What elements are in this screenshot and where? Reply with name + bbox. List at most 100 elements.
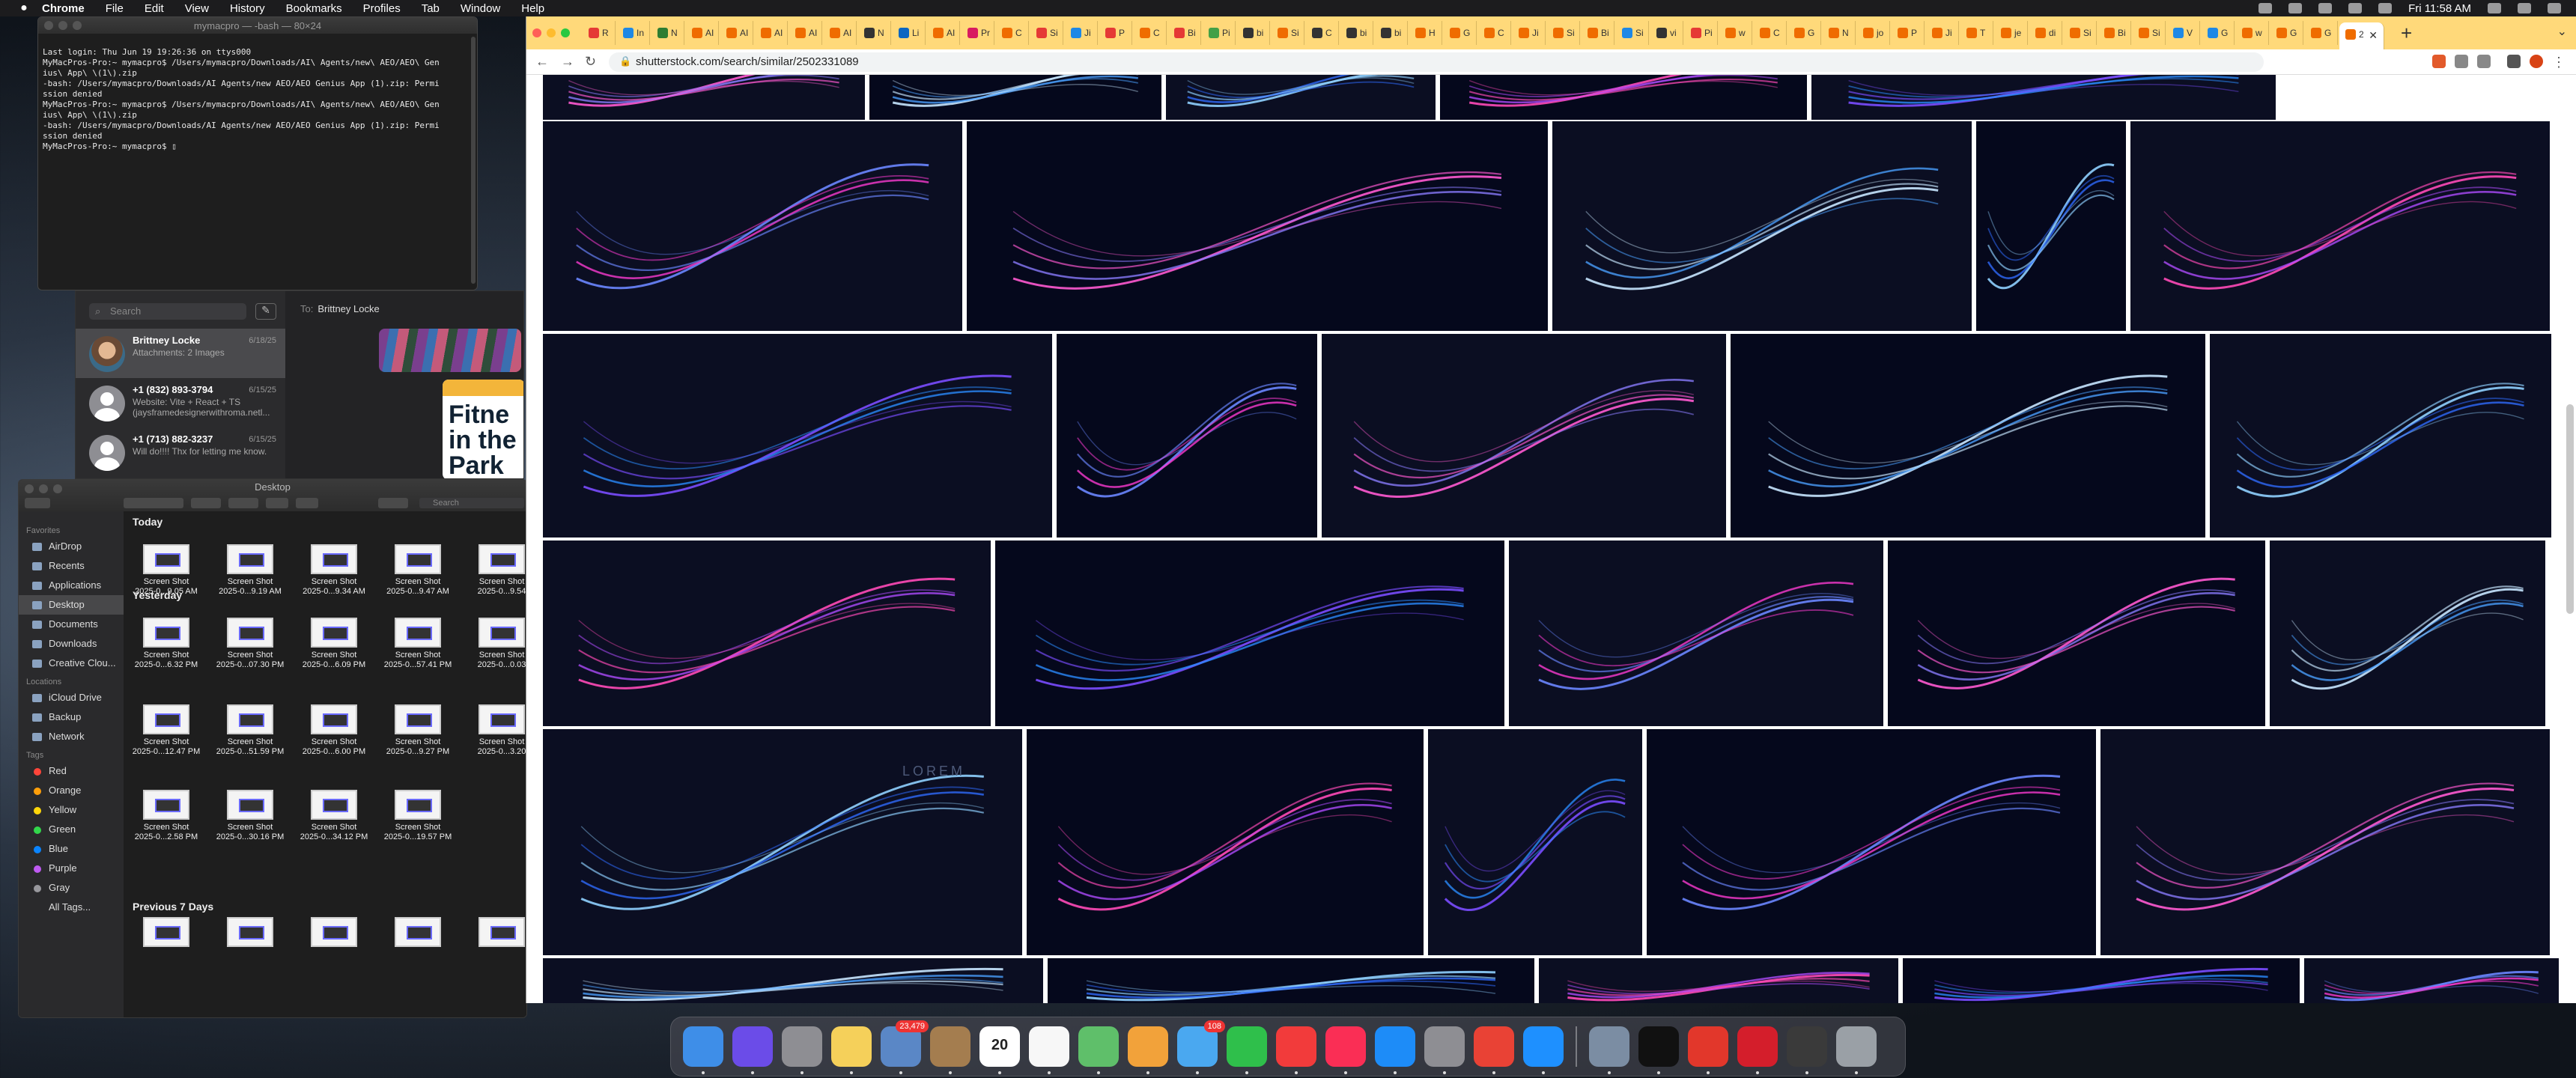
- extension-icon[interactable]: [2432, 55, 2446, 68]
- menu-edit[interactable]: Edit: [145, 2, 164, 15]
- file-item[interactable]: Screen Shot 2025-0...9.54: [461, 540, 526, 607]
- bookmark-star-icon[interactable]: [2477, 55, 2491, 68]
- menu-app-name[interactable]: Chrome: [42, 2, 85, 15]
- compose-button[interactable]: ✎: [255, 303, 276, 320]
- finder-file-area[interactable]: Today Screen Shot 2025-0...9.05 AM Screen S…: [124, 511, 526, 1017]
- browser-tab[interactable]: di: [2029, 21, 2062, 45]
- file-item[interactable]: [293, 913, 375, 980]
- stock-image-tile[interactable]: [543, 75, 865, 120]
- stock-image-tile[interactable]: [1166, 75, 1436, 120]
- sidebar-item-recents[interactable]: Recents: [19, 556, 124, 576]
- sidebar-item-downloads[interactable]: Downloads: [19, 634, 124, 654]
- stock-image-tile[interactable]: [1428, 729, 1642, 955]
- file-item[interactable]: Screen Shot 2025-0...9.34 AM: [293, 540, 375, 607]
- dock-system-preferences-icon[interactable]: [1424, 1026, 1465, 1074]
- terminal-scrollbar[interactable]: [471, 37, 476, 284]
- profile-avatar[interactable]: [2530, 55, 2543, 68]
- wifi-icon[interactable]: [2318, 3, 2333, 13]
- back-forward-buttons[interactable]: [25, 498, 50, 508]
- tab-search-icon[interactable]: ⌄: [2557, 24, 2567, 39]
- menu-file[interactable]: File: [106, 2, 124, 15]
- stock-image-tile[interactable]: [2270, 540, 2545, 726]
- dock-terminal-icon[interactable]: [1638, 1026, 1679, 1074]
- stock-image-tile[interactable]: [1976, 121, 2126, 331]
- terminal-window[interactable]: mymacpro — -bash — 80×24 Last login: Thu…: [37, 16, 478, 290]
- sidebar-item-network[interactable]: Network: [19, 727, 124, 746]
- dock-image-capture-icon[interactable]: [1589, 1026, 1629, 1074]
- browser-tab[interactable]: bi: [1375, 21, 1408, 45]
- side-panel-icon[interactable]: [2507, 55, 2521, 68]
- browser-tab[interactable]: H: [1409, 21, 1442, 45]
- menu-kebab-icon[interactable]: ⋮: [2552, 55, 2566, 70]
- view-mode-buttons[interactable]: [124, 498, 183, 508]
- stock-image-tile[interactable]: [967, 121, 1548, 331]
- sidebar-item-documents[interactable]: Documents: [19, 615, 124, 634]
- dock-chrome-icon[interactable]: [1474, 1026, 1514, 1074]
- user-icon[interactable]: [2518, 3, 2531, 13]
- sidebar-item-applications[interactable]: Applications: [19, 576, 124, 595]
- file-item[interactable]: [461, 913, 526, 980]
- file-item[interactable]: Screen Shot 2025-0...19.57 PM: [377, 785, 459, 853]
- browser-tab[interactable]: jo: [1857, 21, 1890, 45]
- stock-image-tile[interactable]: [543, 958, 1043, 1003]
- spotlight-icon[interactable]: [2488, 3, 2501, 13]
- browser-tab[interactable]: Li: [893, 21, 926, 45]
- close-button[interactable]: [532, 28, 541, 37]
- recipient-field[interactable]: To: Brittney Locke: [300, 303, 380, 314]
- browser-tab[interactable]: Si: [1547, 21, 1580, 45]
- browser-tab[interactable]: C: [996, 21, 1029, 45]
- browser-tab[interactable]: R: [583, 21, 616, 45]
- menu-view[interactable]: View: [185, 2, 209, 15]
- file-item[interactable]: Screen Shot 2025-0...30.16 PM: [209, 785, 291, 853]
- tag-gray[interactable]: Gray: [19, 878, 124, 898]
- file-item[interactable]: Screen Shot 2025-0...9.47 AM: [377, 540, 459, 607]
- browser-tab[interactable]: Si: [2064, 21, 2097, 45]
- browser-tab[interactable]: Pr: [962, 21, 994, 45]
- stock-image-tile[interactable]: [2304, 958, 2559, 1003]
- browser-tab[interactable]: AI: [824, 21, 857, 45]
- menu-tab[interactable]: Tab: [422, 2, 440, 15]
- tag-all[interactable]: All Tags...: [19, 898, 124, 917]
- stock-image-tile[interactable]: [1322, 334, 1726, 538]
- dock-creative-cloud-icon[interactable]: [1688, 1026, 1728, 1074]
- file-item[interactable]: Screen Shot 2025-0...9.27 PM: [377, 700, 459, 767]
- browser-tab[interactable]: AI: [789, 21, 822, 45]
- messages-search-input[interactable]: ⌕ Search: [89, 303, 246, 320]
- stock-image-tile[interactable]: [2130, 121, 2550, 331]
- file-item[interactable]: Screen Shot 2025-0...57.41 PM: [377, 613, 459, 680]
- stock-image-tile[interactable]: [1647, 729, 2096, 955]
- file-item[interactable]: [209, 913, 291, 980]
- menu-help[interactable]: Help: [521, 2, 544, 15]
- browser-tab[interactable]: C: [1754, 21, 1787, 45]
- dock-music-icon[interactable]: [1325, 1026, 1366, 1074]
- browser-tab[interactable]: w: [2236, 21, 2269, 45]
- stock-image-tile[interactable]: LOREM: [543, 729, 1022, 955]
- dock-maps-icon[interactable]: [1078, 1026, 1119, 1074]
- tab-active[interactable]: 2 ✕: [2339, 22, 2384, 49]
- browser-tab[interactable]: N: [1823, 21, 1856, 45]
- chrome-window[interactable]: R In N AI AI AI AI AI N Li AI Pr C Si Ji P C Bi Pi bi Si Cbi b…: [526, 16, 2576, 1003]
- dock-reminders-icon[interactable]: [1029, 1026, 1069, 1074]
- browser-tab[interactable]: C: [1306, 21, 1339, 45]
- tag-green[interactable]: Green: [19, 820, 124, 839]
- file-item[interactable]: Screen Shot 2025-0...2.58 PM: [125, 785, 207, 853]
- dock-siri-icon[interactable]: [732, 1026, 773, 1074]
- finder-toolbar[interactable]: Desktop Search: [19, 480, 526, 511]
- stock-image-tile[interactable]: [543, 540, 991, 726]
- file-item[interactable]: Screen Shot 2025-0...0.03: [461, 613, 526, 680]
- terminal-output[interactable]: Last login: Thu Jun 19 19:26:36 on ttys0…: [38, 34, 477, 176]
- browser-tab[interactable]: G: [2202, 21, 2235, 45]
- creative-cloud-status-icon[interactable]: [2258, 3, 2273, 13]
- browser-tab[interactable]: G: [2270, 21, 2303, 45]
- file-item[interactable]: Screen Shot 2025-0...07.30 PM: [209, 613, 291, 680]
- dropbox-button[interactable]: [378, 498, 408, 508]
- finder-window[interactable]: Desktop Search Favorites AirDrop Recents…: [18, 479, 527, 1018]
- sidebar-item-airdrop[interactable]: AirDrop: [19, 537, 124, 556]
- conversation-item[interactable]: +1 (713) 882-3237 6/15/25 Will do!!!! Th…: [76, 427, 285, 477]
- stock-image-tile[interactable]: [1539, 958, 1898, 1003]
- dock-app-store-icon[interactable]: [1375, 1026, 1415, 1074]
- file-item[interactable]: [377, 913, 459, 980]
- browser-tab[interactable]: C: [1478, 21, 1511, 45]
- dock-stacks-icon[interactable]: [1787, 1026, 1827, 1074]
- conversation-item[interactable]: Brittney Locke 6/18/25 Attachments: 2 Im…: [76, 329, 285, 378]
